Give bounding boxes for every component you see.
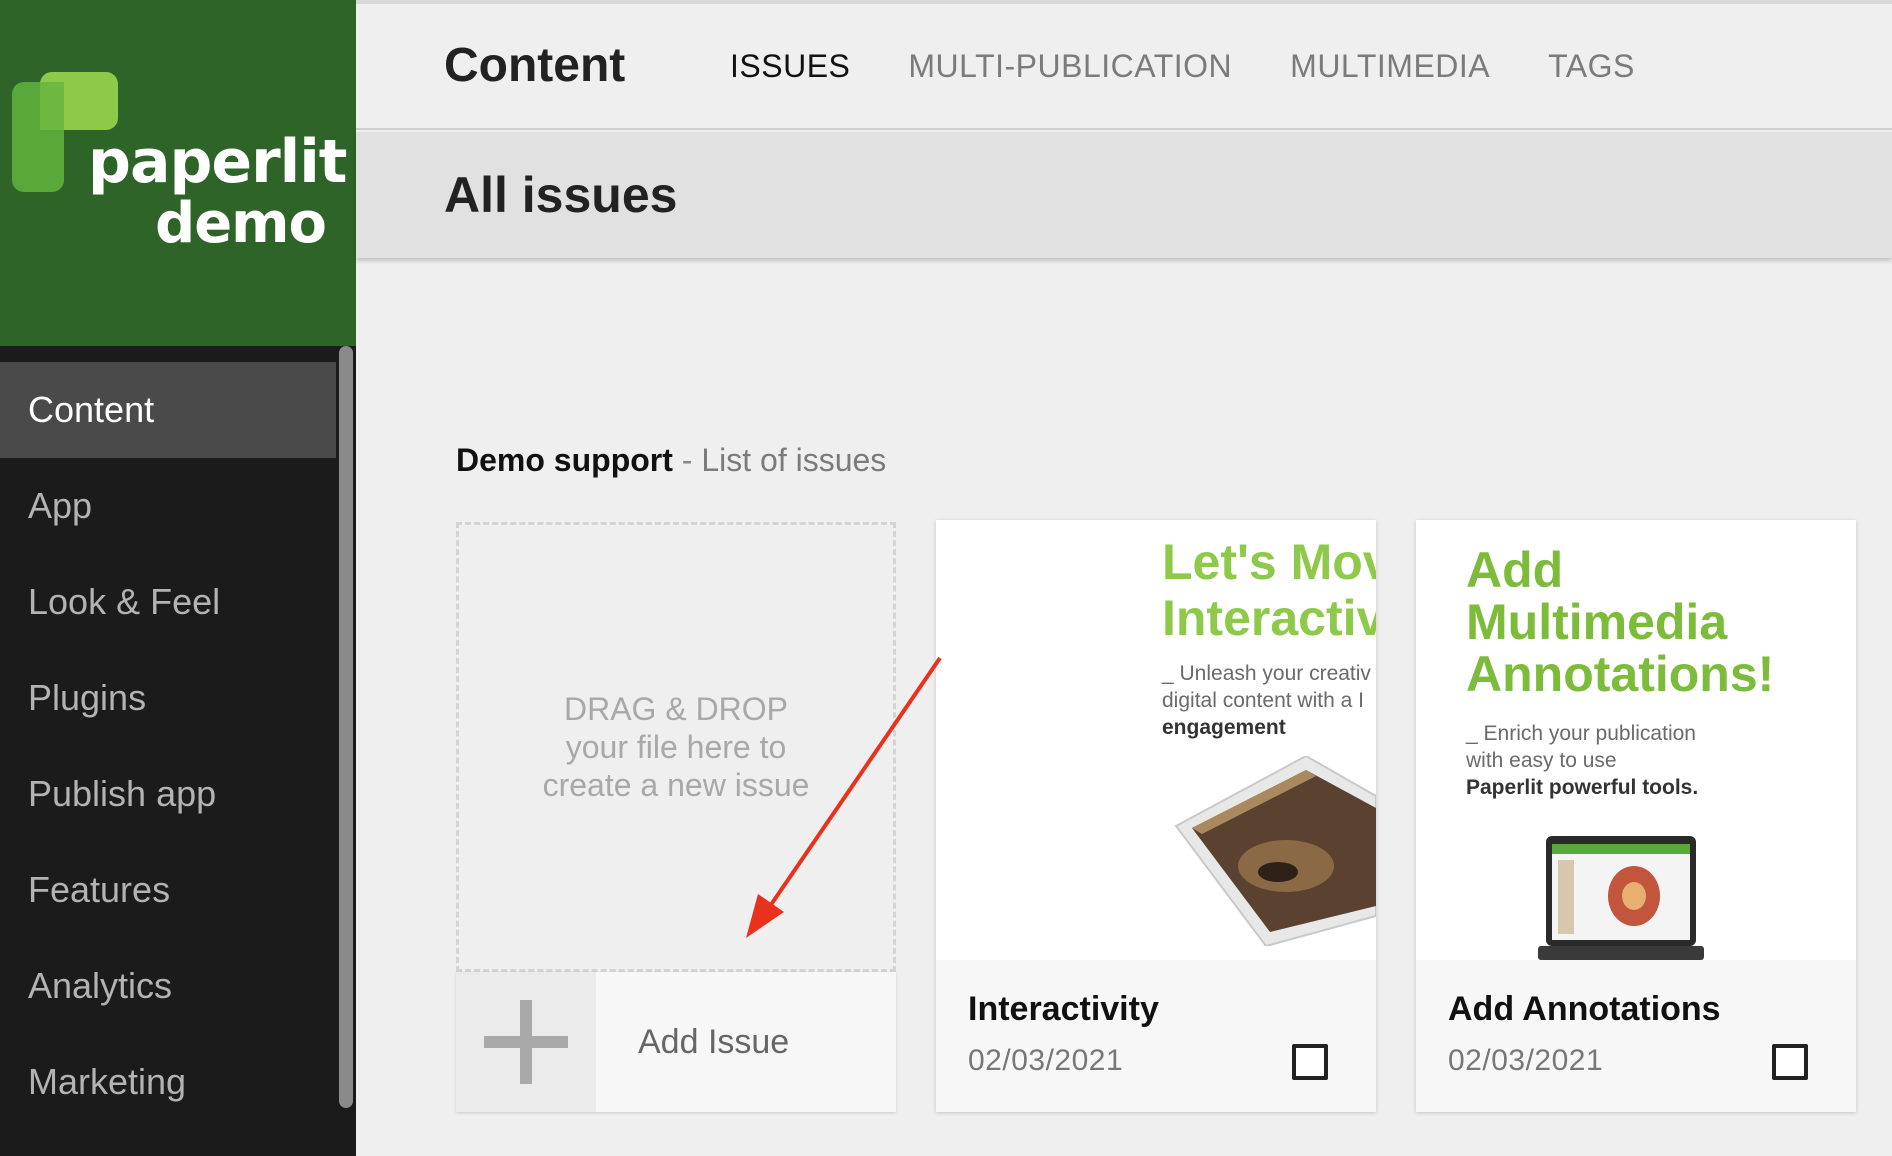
heading-separator: - [672, 442, 702, 478]
tablet-image [1174, 756, 1376, 946]
brand-name: paperlit [88, 127, 347, 197]
drop-zone-text: DRAG & DROP your file here to create a n… [516, 690, 836, 804]
plus-icon [456, 972, 596, 1112]
drop-zone-line: DRAG & DROP [563, 691, 789, 727]
issue-select-checkbox[interactable] [1772, 1044, 1808, 1080]
tab-multi-publication[interactable]: MULTI-PUBLICATION [908, 48, 1232, 85]
issue-card[interactable]: Let's Mov Interactiv _ Unleash your crea… [936, 520, 1376, 1112]
drop-zone-line: create a new issue [542, 767, 810, 803]
laptop-image [1538, 836, 1704, 960]
cover-body: _ Unleash your creativ digital content w… [1162, 662, 1371, 739]
issue-title: Interactivity [968, 990, 1159, 1028]
sidebar-item-look-and-feel[interactable]: Look & Feel [0, 554, 336, 650]
publication-name: Demo support [456, 442, 673, 478]
sidebar-item-features[interactable]: Features [0, 842, 336, 938]
issue-date: 02/03/2021 [968, 1044, 1124, 1077]
sidebar-scrollbar[interactable] [336, 346, 356, 1156]
top-bar: Content ISSUES MULTI-PUBLICATION MULTIME… [356, 0, 1892, 130]
sidebar-nav: Content App Look & Feel Plugins Publish … [0, 362, 336, 1130]
issue-card[interactable]: Add Multimedia Annotations! _ Enrich you… [1416, 520, 1856, 1112]
sidebar-item-marketing[interactable]: Marketing [0, 1034, 336, 1130]
tab-multimedia[interactable]: MULTIMEDIA [1290, 48, 1490, 85]
content-tabs: ISSUES MULTI-PUBLICATION MULTIMEDIA TAGS [730, 48, 1693, 85]
drop-zone[interactable]: DRAG & DROP your file here to create a n… [456, 522, 896, 972]
sidebar: paperlit demo Content App Look & Feel Pl… [0, 0, 356, 1156]
add-issue-button[interactable]: Add Issue [456, 972, 896, 1112]
cover-body: _ Enrich your publication with easy to u… [1466, 722, 1699, 799]
tab-issues[interactable]: ISSUES [730, 48, 850, 85]
sidebar-item-app[interactable]: App [0, 458, 336, 554]
add-issue-label: Add Issue [638, 1022, 790, 1061]
brand-header[interactable]: paperlit demo [0, 0, 356, 346]
sidebar-item-analytics[interactable]: Analytics [0, 938, 336, 1034]
sub-header: All issues [356, 132, 1892, 258]
issue-title: Add Annotations [1448, 990, 1721, 1028]
tab-tags[interactable]: TAGS [1548, 48, 1635, 85]
issue-select-checkbox[interactable] [1292, 1044, 1328, 1080]
cover-heading: Let's Mov Interactiv [1162, 534, 1376, 646]
sidebar-item-content[interactable]: Content [0, 362, 336, 458]
issue-cover: Let's Mov Interactiv _ Unleash your crea… [936, 520, 1376, 960]
issue-cover: Add Multimedia Annotations! _ Enrich you… [1416, 520, 1856, 960]
sidebar-item-publish-app[interactable]: Publish app [0, 746, 336, 842]
section-title: All issues [444, 167, 678, 223]
drop-zone-line: your file here to [565, 729, 787, 765]
brand-subname: demo [155, 191, 327, 256]
page-title: Content [444, 39, 626, 92]
cover-heading: Add Multimedia Annotations! [1466, 542, 1775, 702]
publication-subtitle: List of issues [701, 442, 887, 478]
sidebar-scroll-thumb[interactable] [339, 346, 353, 1108]
publication-heading: Demo support - List of issues [456, 442, 886, 479]
sidebar-item-plugins[interactable]: Plugins [0, 650, 336, 746]
issue-date: 02/03/2021 [1448, 1044, 1604, 1077]
